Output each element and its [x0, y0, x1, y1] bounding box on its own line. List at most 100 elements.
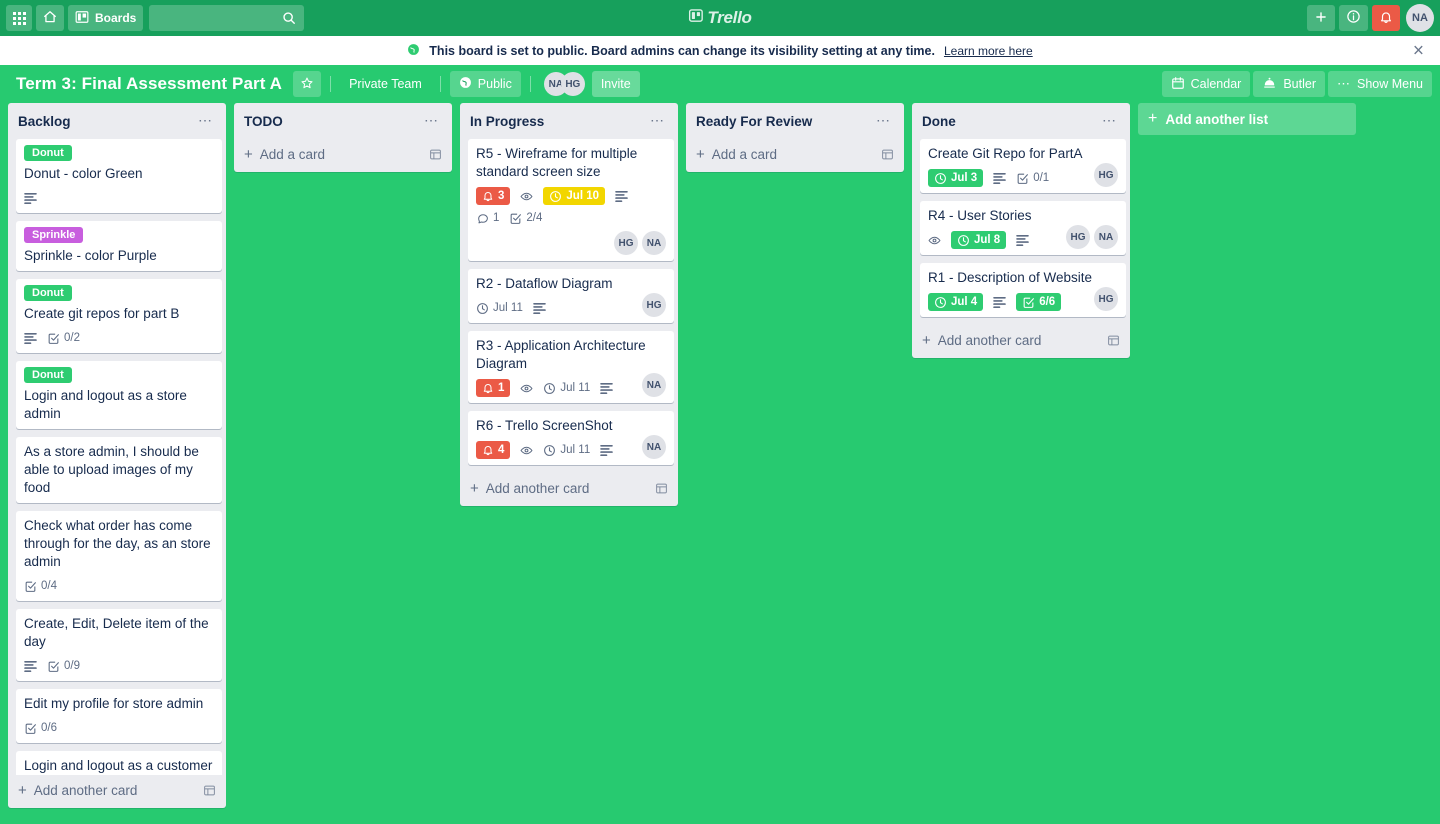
label-chip[interactable]: Sprinkle [24, 227, 84, 243]
board-title[interactable]: Term 3: Final Assessment Part A [8, 74, 290, 94]
list-actions-button[interactable]: ⋯ [645, 113, 670, 127]
trello-logo[interactable]: Trello [688, 8, 752, 28]
card[interactable]: Donut Donut - color Green [16, 139, 222, 213]
butler-button[interactable]: Butler [1253, 71, 1325, 97]
list-actions-button[interactable]: ⋯ [871, 113, 896, 127]
app-switcher-button[interactable] [6, 5, 32, 31]
card[interactable]: Create Git Repo for PartA Jul 3 0/1 HG [920, 139, 1126, 193]
card-template-icon[interactable] [1107, 334, 1120, 347]
card-list[interactable]: Donut Donut - color Green Sprinkle Sprinkle… [8, 139, 226, 775]
card-title: Login and logout as a store admin [24, 388, 187, 421]
star-board-button[interactable] [293, 71, 322, 97]
card[interactable]: Check what order has come through for th… [16, 511, 222, 601]
calendar-power-up-button[interactable]: Calendar [1161, 71, 1251, 97]
list-actions-button[interactable]: ⋯ [193, 113, 218, 127]
card[interactable]: Donut Create git repos for part B 0/2 [16, 279, 222, 353]
invite-button[interactable]: Invite [591, 71, 640, 97]
add-another-list-button[interactable]: + Add another list [1138, 103, 1356, 135]
card-member-avatar[interactable]: HG [614, 231, 638, 255]
info-icon [1346, 9, 1361, 27]
list-actions-button[interactable]: ⋯ [419, 113, 444, 127]
user-avatar[interactable]: NA [1406, 4, 1434, 32]
trello-wordmark: Trello [707, 8, 752, 27]
card-badges: Jul 11 [476, 299, 666, 317]
add-card-label: Add another card [485, 481, 590, 496]
list-title[interactable]: In Progress [470, 113, 645, 131]
label-chip[interactable]: Donut [24, 285, 72, 301]
globe-icon [459, 76, 472, 92]
card[interactable]: Login and logout as a customer [16, 751, 222, 775]
card-members: HG NA [476, 231, 666, 255]
bell-icon [482, 190, 494, 202]
label-chip[interactable]: Donut [24, 367, 72, 383]
list-ready-for-review: Ready For Review ⋯ + Add a card [686, 103, 904, 172]
card[interactable]: As a store admin, I should be able to up… [16, 437, 222, 503]
add-button[interactable] [1307, 5, 1335, 31]
add-card-button[interactable]: + Add a card [686, 139, 904, 172]
description-badge [993, 293, 1007, 311]
notification-badge: 1 [476, 379, 511, 397]
team-name-button[interactable]: Private Team [340, 71, 431, 97]
add-card-button[interactable]: + Add another card [8, 775, 226, 808]
boards-label: Boards [95, 11, 137, 25]
card-title: Create, Edit, Delete item of the day [24, 616, 209, 649]
info-button[interactable] [1339, 5, 1368, 31]
list-actions-button[interactable]: ⋯ [1097, 113, 1122, 127]
star-icon [300, 76, 314, 93]
card-template-icon[interactable] [429, 148, 442, 161]
card[interactable]: R3 - Application Architecture Diagram 1 Ju… [468, 331, 674, 403]
card-template-icon[interactable] [881, 148, 894, 161]
board-member-avatar[interactable]: HG [560, 72, 585, 96]
card-badges: 0/2 [24, 329, 214, 347]
visibility-button[interactable]: Public [449, 71, 521, 97]
butler-label: Butler [1283, 77, 1316, 91]
board-header-right: Calendar Butler ⋯ Show Menu [1161, 71, 1432, 97]
card-labels: Donut [24, 367, 214, 383]
card[interactable]: Edit my profile for store admin 0/6 [16, 689, 222, 743]
card[interactable]: R6 - Trello ScreenShot 4 Jul 11 NA [468, 411, 674, 465]
card[interactable]: R4 - User Stories Jul 8 HG NA [920, 201, 1126, 255]
card[interactable]: Sprinkle Sprinkle - color Purple [16, 221, 222, 271]
list-title[interactable]: Backlog [18, 113, 193, 131]
card-labels: Sprinkle [24, 227, 214, 243]
trello-board-icon [688, 8, 703, 28]
card[interactable]: R5 - Wireframe for multiple standard scr… [468, 139, 674, 261]
card-template-icon[interactable] [203, 784, 216, 797]
add-card-button[interactable]: + Add another card [460, 473, 678, 506]
home-button[interactable] [36, 5, 64, 31]
search-box[interactable] [149, 5, 342, 31]
boards-button[interactable]: Boards [68, 5, 144, 31]
notification-count: 1 [498, 382, 505, 394]
card[interactable]: R1 - Description of Website Jul 4 6/6 HG [920, 263, 1126, 317]
show-menu-button[interactable]: ⋯ Show Menu [1327, 71, 1432, 97]
search-input[interactable] [149, 10, 342, 26]
card-member-avatar[interactable]: NA [642, 231, 666, 255]
add-card-button[interactable]: + Add a card [234, 139, 452, 172]
checklist-icon [1016, 172, 1029, 185]
card[interactable]: R2 - Dataflow Diagram Jul 11 HG [468, 269, 674, 323]
card-title: R6 - Trello ScreenShot [476, 418, 613, 433]
eye-icon [520, 190, 533, 203]
notifications-button[interactable] [1372, 5, 1400, 31]
avatar-initials: NA [1412, 12, 1428, 24]
card-title: Sprinkle - color Purple [24, 248, 157, 263]
checklist-count: 2/4 [526, 212, 543, 224]
card-template-icon[interactable] [655, 482, 668, 495]
card[interactable]: Create, Edit, Delete item of the day 0/9 [16, 609, 222, 681]
close-icon[interactable]: × [1413, 41, 1424, 60]
clock-icon [934, 296, 947, 309]
learn-more-link[interactable]: Learn more here [944, 44, 1033, 58]
due-date-label: Jul 11 [560, 382, 591, 394]
show-menu-label: Show Menu [1356, 77, 1423, 91]
card-list[interactable]: R5 - Wireframe for multiple standard scr… [460, 139, 678, 473]
list-title[interactable]: TODO [244, 113, 419, 131]
list-title[interactable]: Done [922, 113, 1097, 131]
card-badges: Jul 4 6/6 [928, 293, 1118, 311]
list-backlog: Backlog ⋯ Donut Donut - color Green Sprinkle… [8, 103, 226, 808]
label-chip[interactable]: Donut [24, 145, 72, 161]
card-badges: 3 Jul 10 1 2/4 [476, 187, 666, 227]
list-title[interactable]: Ready For Review [696, 113, 871, 131]
add-card-button[interactable]: + Add another card [912, 325, 1130, 358]
card-list[interactable]: Create Git Repo for PartA Jul 3 0/1 HG R4 - … [912, 139, 1130, 325]
card[interactable]: Donut Login and logout as a store admin [16, 361, 222, 429]
